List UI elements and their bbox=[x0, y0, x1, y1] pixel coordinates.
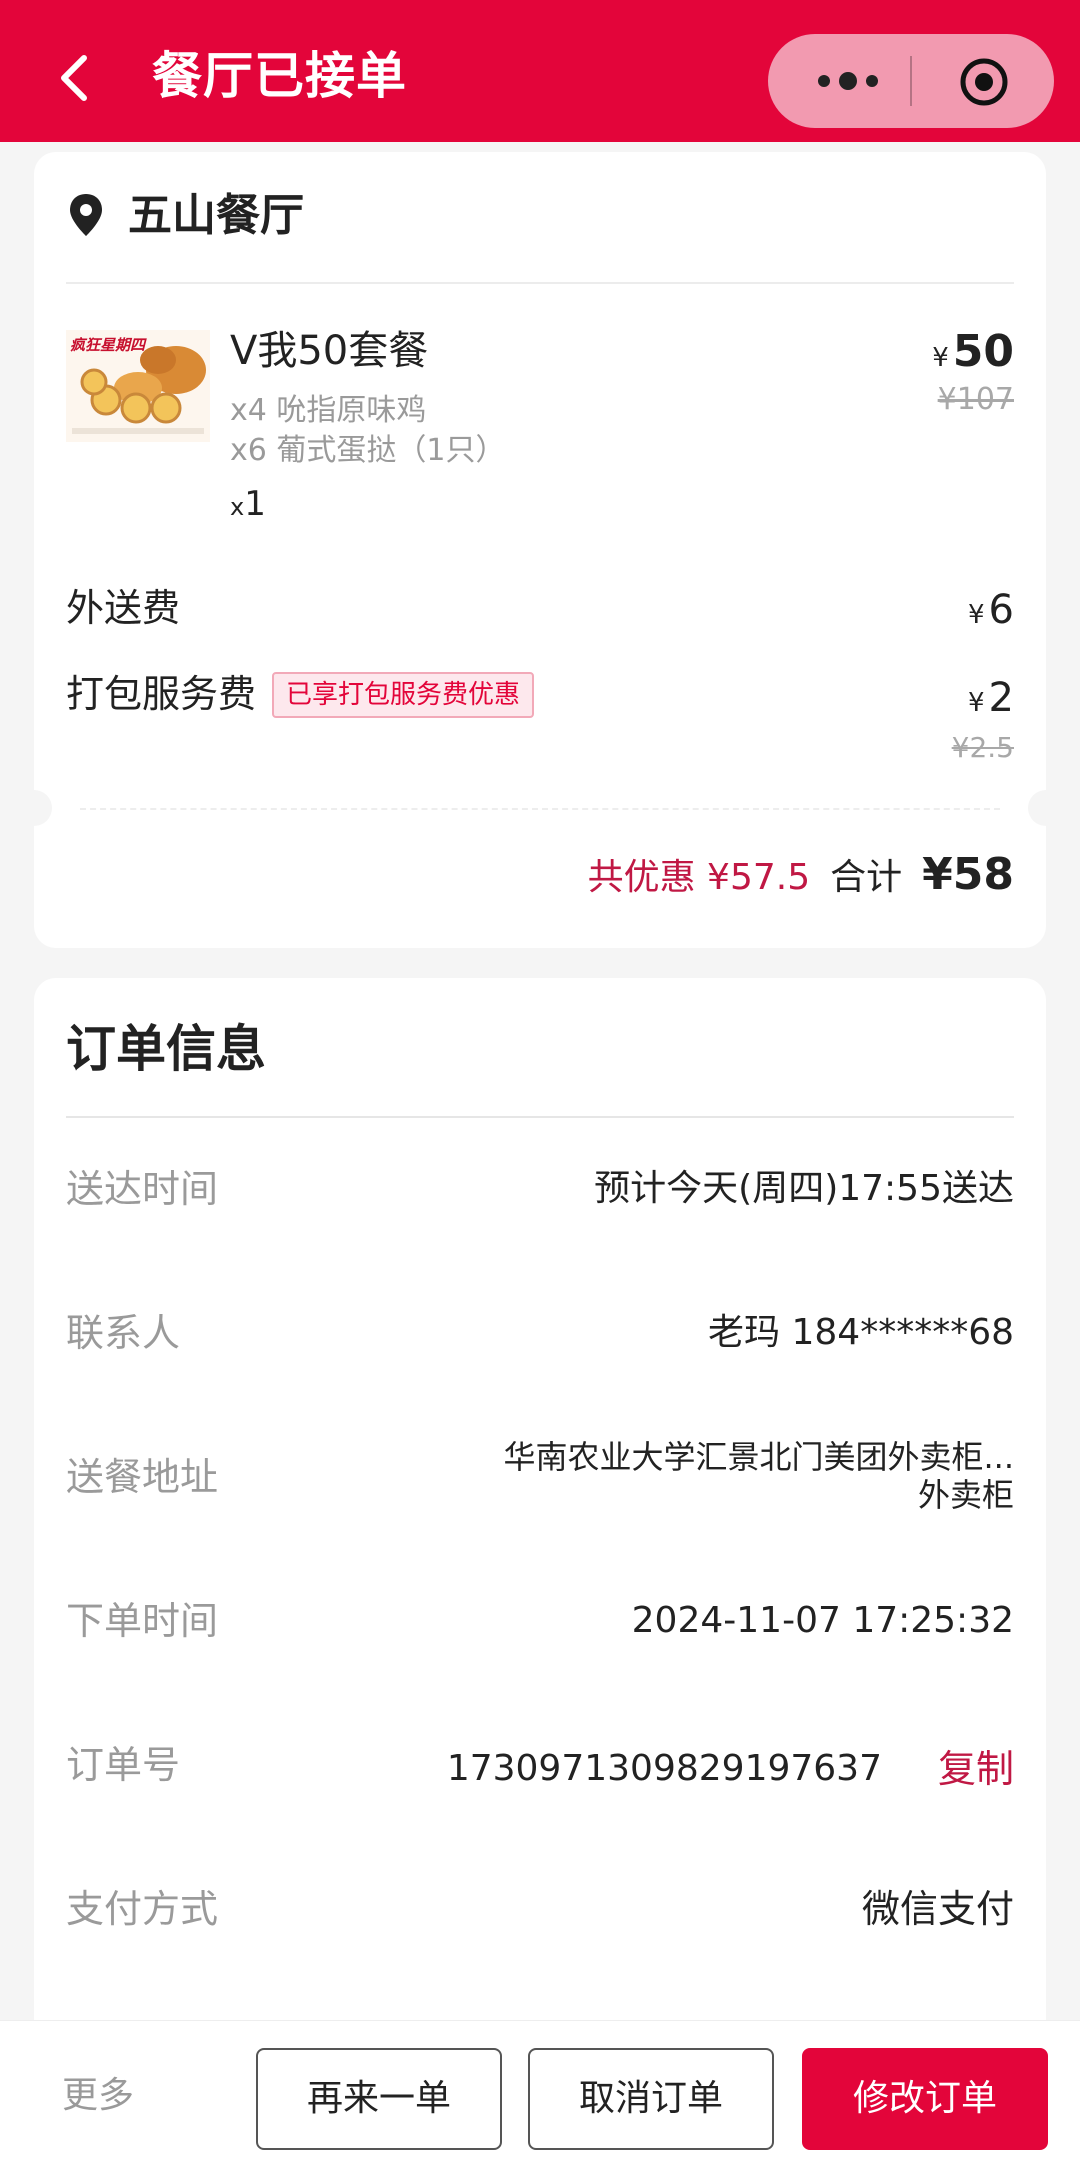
food-image-caption: 疯狂星期四 bbox=[70, 336, 147, 354]
address-value: 华南农业大学汇景北门美团外卖柜... 外卖柜 bbox=[503, 1438, 1014, 1514]
order-number-label: 订单号 bbox=[66, 1743, 181, 1787]
capsule-divider bbox=[910, 56, 912, 106]
packing-fee-label: 打包服务费 bbox=[66, 672, 257, 716]
modify-order-button[interactable]: 修改订单 bbox=[802, 2048, 1048, 2150]
more-dots-icon[interactable] bbox=[808, 66, 888, 96]
delivery-time-label: 送达时间 bbox=[66, 1167, 219, 1211]
nav-header: 餐厅已接单 bbox=[0, 0, 1080, 142]
packing-promo-badge: 已享打包服务费优惠 bbox=[272, 672, 535, 718]
address-line-2: 外卖柜 bbox=[917, 1476, 1014, 1514]
qty-prefix: x bbox=[230, 493, 245, 521]
item-price: ¥50 bbox=[932, 322, 1014, 388]
item-name: V我50套餐 bbox=[230, 328, 429, 374]
order-info-title: 订单信息 bbox=[66, 1020, 266, 1078]
delivery-fee-value: ¥6 bbox=[968, 582, 1014, 643]
more-button[interactable]: 更多 bbox=[62, 2068, 134, 2124]
address-line-1: 华南农业大学汇景北门美团外卖柜... bbox=[503, 1438, 1014, 1476]
food-image: 疯狂星期四 bbox=[66, 330, 210, 442]
total-discount: 共优惠 ¥57.5 bbox=[587, 857, 811, 898]
item-component-2: x6 葡式蛋挞（1只） bbox=[230, 433, 506, 468]
order-time-value: 2024-11-07 17:25:32 bbox=[631, 1600, 1014, 1641]
price-value: 50 bbox=[952, 326, 1014, 377]
target-circle-icon[interactable] bbox=[958, 56, 1010, 108]
item-quantity: x1 bbox=[230, 480, 266, 531]
dashed-divider bbox=[80, 808, 1000, 810]
total-value: ¥58 bbox=[922, 849, 1014, 900]
store-name[interactable]: 五山餐厅 bbox=[128, 186, 304, 246]
page-title: 餐厅已接单 bbox=[152, 47, 407, 105]
item-original-price: ¥107 bbox=[937, 382, 1014, 417]
delivery-time-value: 预计今天(周四)17:55送达 bbox=[594, 1168, 1014, 1209]
qty-value: 1 bbox=[244, 484, 266, 524]
delivery-currency: ¥ bbox=[968, 600, 985, 630]
copy-button[interactable]: 复制 bbox=[938, 1742, 1014, 1796]
order-items-card bbox=[34, 152, 1046, 948]
packing-currency: ¥ bbox=[968, 688, 985, 718]
card-notch-right bbox=[1028, 790, 1064, 826]
address-label: 送餐地址 bbox=[66, 1455, 219, 1499]
total-row: 共优惠 ¥57.5 合计 ¥58 bbox=[588, 848, 1014, 908]
payment-method-value: 微信支付 bbox=[861, 1887, 1014, 1931]
packing-original-price: ¥2.5 bbox=[951, 731, 1014, 764]
order-number-value: 1730971309829197637 bbox=[446, 1748, 882, 1789]
order-time-label: 下单时间 bbox=[66, 1599, 219, 1643]
delivery-fee-label: 外送费 bbox=[66, 586, 181, 630]
delivery-amount: 6 bbox=[988, 587, 1014, 633]
contact-label: 联系人 bbox=[66, 1311, 181, 1355]
packing-fee-value: ¥2 bbox=[968, 670, 1014, 731]
reorder-button[interactable]: 再来一单 bbox=[256, 2048, 502, 2150]
divider bbox=[66, 282, 1014, 284]
divider bbox=[66, 1116, 1014, 1118]
card-notch-left bbox=[16, 790, 52, 826]
packing-amount: 2 bbox=[988, 675, 1014, 721]
contact-value: 老玛 184******68 bbox=[708, 1312, 1014, 1353]
total-label: 合计 bbox=[830, 857, 903, 898]
payment-method-label: 支付方式 bbox=[66, 1887, 219, 1931]
mini-program-capsule bbox=[768, 34, 1054, 128]
location-pin-icon bbox=[66, 186, 106, 246]
cancel-order-button[interactable]: 取消订单 bbox=[528, 2048, 774, 2150]
price-currency: ¥ bbox=[932, 343, 949, 373]
item-component-1: x4 吮指原味鸡 bbox=[230, 393, 427, 428]
back-arrow-icon[interactable] bbox=[54, 52, 98, 104]
